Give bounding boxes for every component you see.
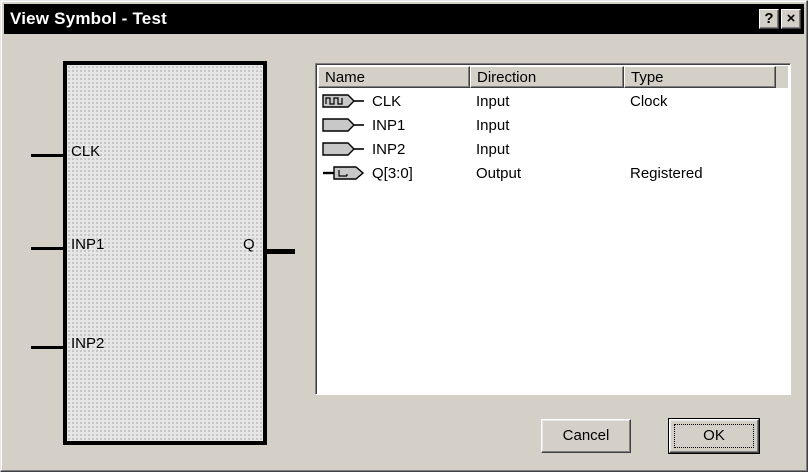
pin-line-q [267, 249, 295, 254]
window-title: View Symbol - Test [10, 9, 167, 28]
pin-label-clk: CLK [71, 143, 101, 160]
list-item[interactable]: INP1 Input [318, 114, 788, 138]
symbol-body [63, 61, 267, 445]
pin-name: Q[3:0] [372, 165, 413, 182]
pin-label-inp1: INP1 [71, 236, 105, 253]
input-pin-icon [322, 118, 364, 132]
close-button[interactable]: × [781, 9, 801, 29]
list-header: Name Direction Type [318, 66, 788, 88]
clock-input-icon [322, 94, 364, 108]
pin-direction: Output [476, 165, 522, 182]
cancel-button[interactable]: Cancel [541, 419, 631, 453]
column-header-direction[interactable]: Direction [470, 66, 624, 88]
registered-output-icon [323, 166, 365, 180]
pin-direction: Input [476, 117, 510, 134]
column-header-type[interactable]: Type [624, 66, 776, 88]
ok-button-label: OK [674, 424, 754, 448]
ok-button[interactable]: OK [668, 418, 760, 454]
symbol-preview: CLK INP1 INP2 Q [21, 53, 301, 453]
column-header-name[interactable]: Name [318, 66, 470, 88]
pin-direction: Input [476, 93, 510, 110]
pin-line-clk [31, 154, 63, 157]
pin-type: Registered [630, 165, 703, 182]
pin-name: INP2 [372, 141, 406, 158]
input-pin-icon [322, 142, 364, 156]
pin-label-inp2: INP2 [71, 335, 105, 352]
view-symbol-dialog: View Symbol - Test ? × CLK INP1 INP2 Q N… [0, 0, 808, 472]
list-item[interactable]: INP2 Input [318, 138, 788, 162]
help-button[interactable]: ? [759, 9, 779, 29]
title-bar[interactable]: View Symbol - Test ? × [4, 4, 804, 34]
pin-list[interactable]: Name Direction Type CLK Input Clock INP1… [315, 63, 791, 395]
pin-direction: Input [476, 141, 510, 158]
pin-type: Clock [630, 93, 668, 110]
list-item[interactable]: CLK Input Clock [318, 90, 788, 114]
pin-name: INP1 [372, 117, 406, 134]
pin-line-inp1 [31, 247, 63, 250]
list-item[interactable]: Q[3:0] Output Registered [318, 162, 788, 186]
pin-label-q: Q [243, 236, 255, 253]
pin-name: CLK [372, 93, 402, 110]
pin-line-inp2 [31, 346, 63, 349]
